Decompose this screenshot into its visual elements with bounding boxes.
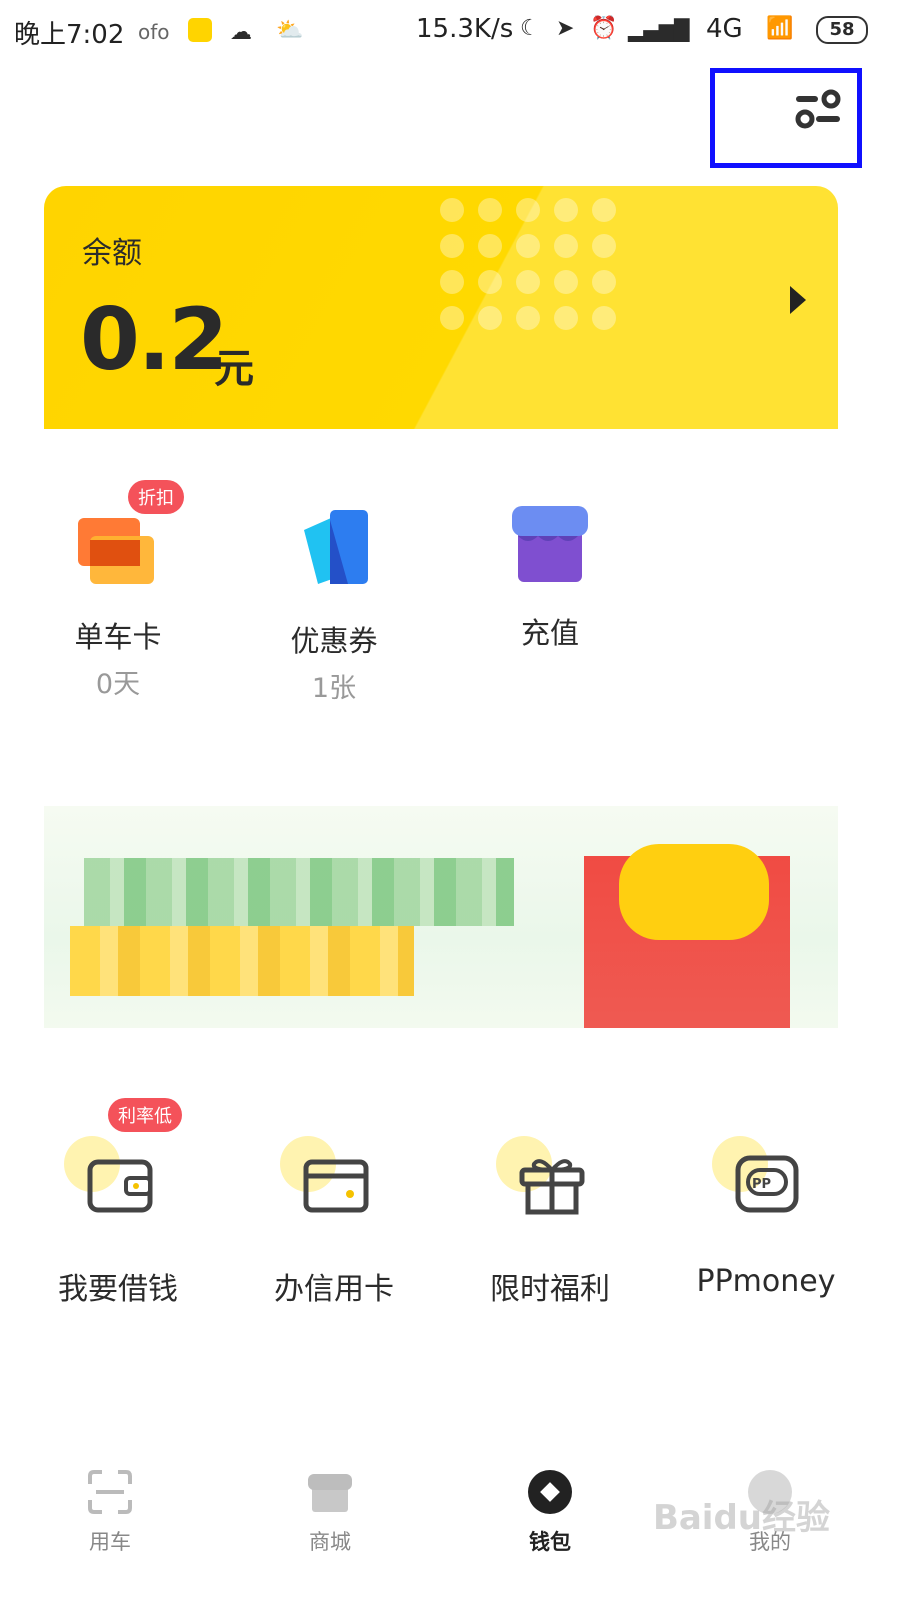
quick-item-label: 优惠券 xyxy=(290,624,378,658)
balance-amount: 0.2 xyxy=(80,290,228,390)
card-dot xyxy=(554,198,578,222)
balance-unit: 元 xyxy=(214,346,254,392)
wallet-nav-icon xyxy=(528,1470,572,1514)
nav-item-mall[interactable]: 商城 xyxy=(270,1468,390,1556)
store-icon xyxy=(512,506,588,582)
service-label: 我要借钱 xyxy=(58,1272,178,1307)
service-welfare[interactable]: 限时福利 xyxy=(450,1136,650,1308)
nav-item-wallet[interactable]: 钱包 xyxy=(490,1468,610,1556)
credit-card-icon xyxy=(303,1159,369,1213)
status-bar: 晚上7:02 ofo ☁ ⛅ 15.3K/s ☾ ➤ ⏰ ▂▄▆█ 4G 📶 5… xyxy=(0,0,900,62)
card-dot xyxy=(592,198,616,222)
network-type: 4G xyxy=(706,14,743,44)
nav-label: 钱包 xyxy=(529,1530,571,1554)
settings-toggle-icon[interactable] xyxy=(793,89,845,129)
nav-label: 用车 xyxy=(89,1530,131,1554)
banner-pixel-green xyxy=(84,858,514,926)
watermark: Baidu经验 xyxy=(652,1498,830,1538)
ppmoney-icon: PP xyxy=(735,1155,799,1213)
card-dot xyxy=(440,198,464,222)
service-ppmoney[interactable]: PP PPmoney xyxy=(666,1136,866,1299)
service-label: 办信用卡 xyxy=(274,1272,394,1307)
net-speed: 15.3K/s xyxy=(416,14,514,44)
location-icon: ➤ xyxy=(556,16,575,41)
signal-icon: ▂▄▆█ xyxy=(628,18,690,42)
wifi-icon: 📶 xyxy=(766,16,794,41)
card-dot-pattern xyxy=(440,198,630,338)
promo-banner[interactable] xyxy=(44,806,838,1028)
card-dot xyxy=(440,234,464,258)
svg-text:PP: PP xyxy=(752,1177,771,1192)
card-dot xyxy=(592,234,616,258)
banner-gold-coin xyxy=(619,844,769,940)
battery-icon: 58 xyxy=(816,16,868,44)
card-dot xyxy=(554,234,578,258)
card-dot xyxy=(478,198,502,222)
nav-label: 商城 xyxy=(309,1530,351,1554)
card-dot xyxy=(554,270,578,294)
card-dot xyxy=(478,234,502,258)
quick-item-bike-card[interactable]: 折扣 单车卡 0天 xyxy=(38,480,198,701)
ofo-status-label: ofo xyxy=(138,20,170,44)
balance-card[interactable]: 余额 0.2 元 xyxy=(44,186,838,429)
card-dot xyxy=(478,270,502,294)
ofo-app-icon xyxy=(188,18,212,42)
banner-pixel-yellow xyxy=(70,926,414,996)
card-dot xyxy=(440,270,464,294)
quick-item-sub: 1张 xyxy=(311,673,357,704)
card-dot xyxy=(554,306,578,330)
status-time: 晚上7:02 xyxy=(14,20,125,50)
shop-icon xyxy=(308,1474,352,1512)
card-dot xyxy=(592,270,616,294)
quick-item-label: 单车卡 xyxy=(74,620,162,654)
service-label: PPmoney xyxy=(696,1264,836,1299)
coupon-icon xyxy=(304,510,368,584)
card-dot xyxy=(440,306,464,330)
service-label: 限时福利 xyxy=(490,1272,610,1307)
settings-highlight[interactable] xyxy=(710,68,862,168)
service-borrow[interactable]: 利率低 我要借钱 xyxy=(18,1098,218,1308)
bike-card-icon-overlap xyxy=(90,540,140,566)
quick-item-coupon[interactable]: 优惠券 1张 xyxy=(254,500,414,705)
balance-label: 余额 xyxy=(82,236,142,271)
card-dot xyxy=(516,306,540,330)
quick-item-label: 充值 xyxy=(520,616,579,650)
card-dot xyxy=(592,306,616,330)
low-rate-badge: 利率低 xyxy=(108,1098,182,1132)
service-credit-card[interactable]: 办信用卡 xyxy=(234,1136,434,1308)
quick-item-sub: 0天 xyxy=(95,669,141,700)
nav-item-ride[interactable]: 用车 xyxy=(50,1468,170,1556)
wallet-icon xyxy=(87,1159,153,1213)
quick-item-recharge[interactable]: 充值 xyxy=(470,500,630,652)
cloud-icon: ☁ xyxy=(230,20,252,45)
card-dot xyxy=(516,234,540,258)
scan-icon xyxy=(88,1470,132,1514)
card-dot xyxy=(516,198,540,222)
card-dot xyxy=(478,306,502,330)
weather-icon: ⛅ xyxy=(276,18,304,43)
discount-badge: 折扣 xyxy=(128,480,184,514)
gift-icon xyxy=(519,1159,585,1215)
card-dot xyxy=(516,270,540,294)
alarm-icon: ⏰ xyxy=(590,16,618,41)
arrow-right-icon[interactable] xyxy=(790,286,806,314)
moon-icon: ☾ xyxy=(520,16,540,41)
